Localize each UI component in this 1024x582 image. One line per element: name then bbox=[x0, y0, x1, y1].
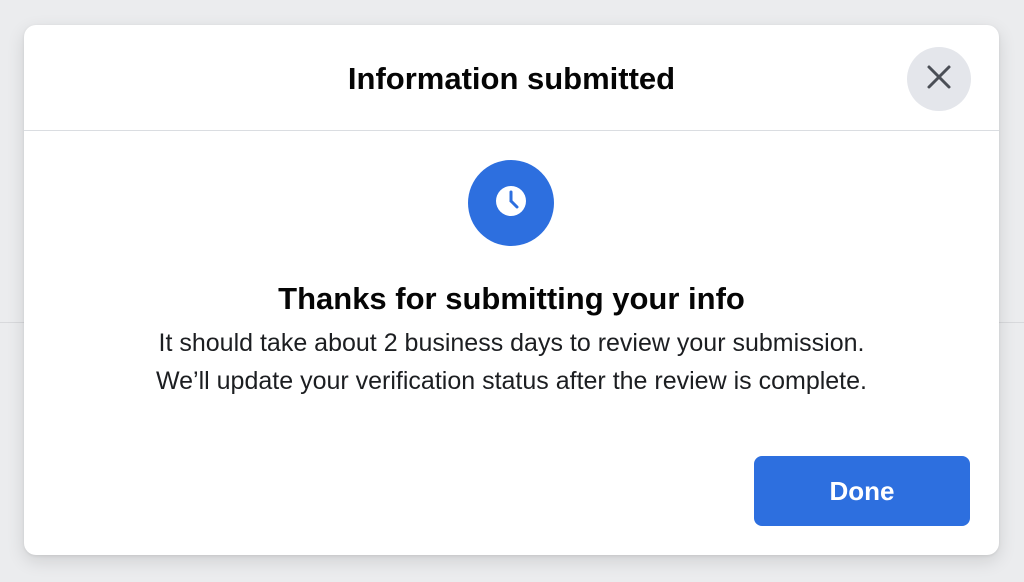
clock-icon bbox=[494, 184, 528, 223]
status-update-message: We’ll update your verification status af… bbox=[156, 367, 867, 395]
information-submitted-dialog: Information submitted Thanks for submitt… bbox=[24, 25, 999, 555]
close-icon bbox=[925, 63, 953, 96]
dialog-header: Information submitted bbox=[24, 25, 999, 131]
done-button[interactable]: Done bbox=[754, 456, 970, 526]
pending-status-badge bbox=[468, 160, 554, 246]
review-time-message: It should take about 2 business days to … bbox=[158, 329, 865, 357]
confirmation-heading: Thanks for submitting your info bbox=[278, 281, 745, 316]
close-button[interactable] bbox=[907, 47, 971, 111]
dialog-title: Information submitted bbox=[347, 61, 676, 96]
